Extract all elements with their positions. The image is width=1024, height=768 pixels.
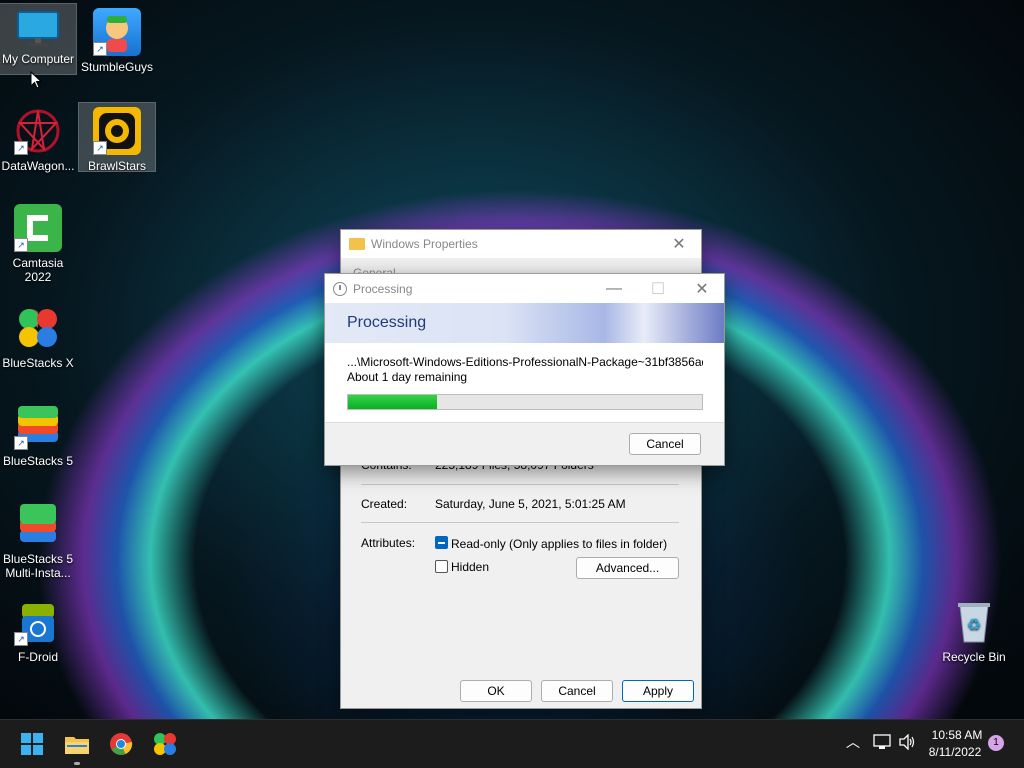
bluestacks-x-taskbar-icon[interactable]: [149, 728, 181, 760]
created-value: Saturday, June 5, 2021, 5:01:25 AM: [435, 497, 626, 511]
clock-icon: [333, 281, 347, 296]
hidden-label: Hidden: [451, 560, 490, 574]
desktop-icon-label: Camtasia 2022: [12, 256, 64, 284]
close-icon[interactable]: ✕: [680, 275, 724, 303]
readonly-checkbox[interactable]: [435, 536, 448, 549]
svg-text:♻: ♻: [967, 617, 981, 634]
processing-titlebar: Processing — ☐ ✕: [325, 274, 724, 303]
shortcut-arrow-icon: ↗: [93, 42, 107, 56]
processing-banner: Processing: [325, 303, 724, 343]
minimize-icon[interactable]: —: [592, 275, 636, 303]
desktop-icon-label: Recycle Bin: [942, 650, 1006, 664]
desktop-icon-label: BlueStacks 5 Multi-Insta...: [2, 552, 74, 580]
shortcut-arrow-icon: ↗: [14, 141, 28, 155]
hidden-checkbox[interactable]: [435, 560, 448, 573]
shortcut-arrow-icon: ↗: [14, 436, 28, 450]
show-hidden-icons-chevron-icon[interactable]: ︿: [846, 732, 860, 752]
properties-title: Windows Properties: [371, 237, 478, 251]
camtasia-icon: ↗: [14, 204, 62, 252]
properties-titlebar: Windows Properties ✕: [341, 230, 701, 258]
desktop-icon-label: DataWagon...: [1, 159, 75, 173]
created-label: Created:: [361, 497, 408, 511]
desktop-icon-my-computer[interactable]: My Computer: [0, 3, 77, 75]
monitor-icon: [16, 10, 60, 48]
start-button-icon[interactable]: [16, 728, 48, 760]
progress-bar: [347, 394, 703, 410]
network-icon[interactable]: [873, 734, 891, 753]
desktop-icon-camtasia[interactable]: ↗ Camtasia 2022: [0, 200, 76, 284]
ok-button[interactable]: OK: [460, 680, 532, 702]
clock-time[interactable]: 10:58 AM: [930, 728, 984, 742]
progress-fill: [348, 395, 437, 409]
stumbleguys-icon: ↗: [93, 8, 141, 56]
desktop-icon-bluestacks-multi[interactable]: BlueStacks 5 Multi-Insta...: [0, 496, 76, 580]
apply-button[interactable]: Apply: [622, 680, 694, 702]
desktop-icon-bluestacks-x[interactable]: BlueStacks X: [0, 300, 76, 370]
desktop-icon-label: BlueStacks 5: [2, 454, 74, 468]
time-remaining: About 1 day remaining: [347, 370, 468, 384]
running-indicator: [74, 762, 80, 765]
desktop-icon-label: BrawlStars: [87, 159, 146, 173]
folder-icon: [349, 238, 365, 250]
notification-badge[interactable]: 1: [988, 735, 1004, 751]
bluestacks-x-icon: [14, 304, 62, 352]
maximize-icon: ☐: [650, 280, 666, 298]
shortcut-arrow-icon: ↗: [93, 141, 107, 155]
shortcut-arrow-icon: ↗: [14, 632, 28, 646]
chrome-icon[interactable]: [105, 728, 137, 760]
f-droid-icon: ↗: [14, 598, 62, 646]
desktop-icon-label: BlueStacks X: [2, 356, 74, 370]
volume-icon[interactable]: [898, 733, 916, 753]
readonly-label: Read-only (Only applies to files in fold…: [451, 537, 668, 551]
desktop-icon-brawlstars[interactable]: ↗ BrawlStars: [78, 102, 156, 173]
processing-cancel-button[interactable]: Cancel: [629, 433, 701, 455]
processing-file-path: ...\Microsoft-Windows-Editions-Professio…: [347, 355, 703, 369]
desktop-icon-stumbleguys[interactable]: ↗ StumbleGuys: [79, 4, 155, 74]
desktop-icon-f-droid[interactable]: ↗ F-Droid: [0, 594, 76, 664]
divider: [361, 484, 679, 485]
desktop: My Computer ↗ StumbleGuys ↗ DataWagon...…: [0, 0, 1024, 768]
desktop-icon-recycle-bin[interactable]: ♻ Recycle Bin: [936, 594, 1012, 664]
recycle-bin-icon: ♻: [950, 598, 998, 646]
desktop-icon-label: StumbleGuys: [80, 60, 154, 74]
taskbar: ︿ 10:58 AM 8/11/2022 1: [0, 719, 1024, 768]
clock-date[interactable]: 8/11/2022: [926, 745, 984, 759]
close-icon[interactable]: ✕: [657, 230, 701, 258]
datawagon-icon: ↗: [14, 107, 62, 155]
cancel-button[interactable]: Cancel: [541, 680, 613, 702]
bluestacks-multi-instance-icon: [14, 500, 62, 548]
processing-dialog: Processing — ☐ ✕ Processing ...\Microsof…: [324, 273, 725, 466]
shortcut-arrow-icon: ↗: [14, 238, 28, 252]
file-explorer-icon[interactable]: [61, 728, 93, 765]
desktop-icon-bluestacks-5[interactable]: ↗ BlueStacks 5: [0, 398, 76, 468]
mouse-cursor-icon: [30, 71, 42, 89]
brawlstars-icon: ↗: [93, 107, 141, 155]
desktop-icon-label: My Computer: [1, 52, 75, 66]
advanced-button[interactable]: Advanced...: [576, 557, 679, 579]
bluestacks-5-icon: ↗: [14, 402, 62, 450]
processing-title: Processing: [353, 281, 413, 296]
attributes-label: Attributes:: [361, 536, 416, 550]
desktop-icon-datawagon[interactable]: ↗ DataWagon...: [0, 103, 76, 173]
desktop-icon-label: F-Droid: [17, 650, 58, 664]
divider: [361, 522, 679, 523]
